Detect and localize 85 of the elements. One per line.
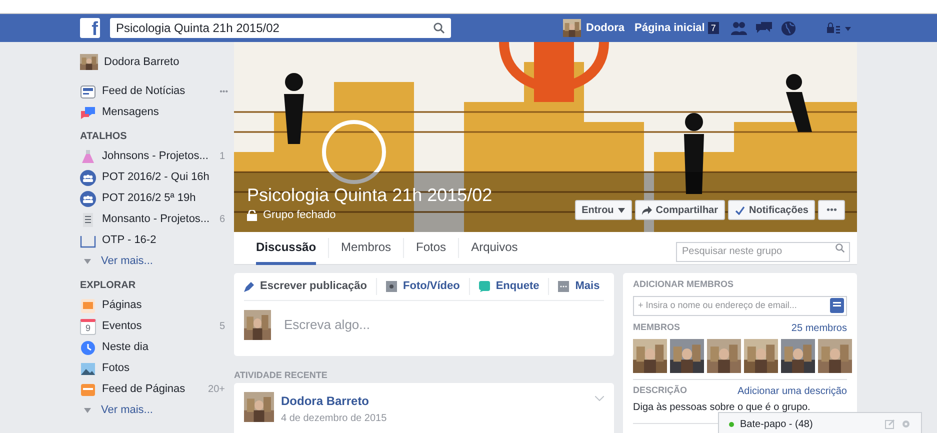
- sidebar-item[interactable]: Mensagens: [102, 104, 230, 121]
- search-icon: [433, 22, 445, 34]
- item-count: 5: [219, 320, 226, 334]
- search-field[interactable]: Psicologia Quinta 21h 2015/02: [110, 18, 451, 38]
- author-link[interactable]: Dodora Barreto: [281, 392, 588, 410]
- post-input[interactable]: Escreva algo...: [284, 315, 604, 335]
- tab[interactable]: Fotos: [416, 232, 446, 264]
- chat-label: Bate-papo - (48): [740, 418, 814, 432]
- sidebar-item[interactable]: Johnsons - Projetos...: [102, 148, 214, 165]
- tab[interactable]: Membros: [341, 232, 392, 264]
- camera-icon: [386, 281, 398, 292]
- tab[interactable]: Discussão: [256, 232, 316, 264]
- item-count: 6: [219, 213, 226, 227]
- notification-count: 7: [708, 22, 719, 34]
- section-heading: ADICIONAR MEMBROS: [633, 278, 734, 291]
- description-text: Diga às pessoas sobre o que é o grupo.: [633, 400, 812, 414]
- chat-bar[interactable]: Bate-papo - (48): [718, 412, 922, 433]
- caret-icon: [84, 408, 91, 413]
- section-heading: EXPLORAR: [80, 279, 137, 292]
- calendar-icon: 9: [80, 318, 96, 334]
- privacy-label: Grupo fechado: [263, 208, 336, 223]
- sidebar-item[interactable]: Monsanto - Projetos...: [102, 211, 214, 228]
- composer-tab[interactable]: Enquete: [496, 278, 540, 295]
- item-count: 1: [219, 150, 226, 164]
- see-more-link[interactable]: Ver mais...: [101, 253, 153, 270]
- section-heading: ATIVIDADE RECENTE: [234, 369, 328, 382]
- input-field[interactable]: + Insira o nome ou endereço de email...: [633, 296, 847, 316]
- action-button[interactable]: Notificações: [728, 200, 816, 220]
- search-icon: [835, 243, 845, 253]
- search-field[interactable]: Pesquisar neste grupo: [676, 242, 850, 262]
- messages-icon[interactable]: [756, 21, 772, 35]
- section-heading: DESCRIÇÃO: [633, 384, 688, 397]
- lock-icon: [247, 210, 257, 221]
- page-feed-icon: [80, 382, 96, 398]
- compose-icon[interactable]: [885, 419, 895, 429]
- caret-icon: [618, 208, 625, 212]
- sidebar-item[interactable]: Feed de Notícias: [102, 83, 214, 100]
- more-icon: [558, 281, 570, 292]
- section-heading: MEMBROS: [633, 320, 680, 334]
- sidebar-item[interactable]: Páginas: [102, 297, 230, 314]
- logo[interactable]: f: [80, 18, 100, 38]
- privacy-menu-icon[interactable]: [826, 22, 852, 34]
- sidebar-item[interactable]: Neste dia: [102, 339, 230, 356]
- group-title: Psicologia Quinta 21h 2015/02: [247, 184, 492, 207]
- home-link[interactable]: Página inicial: [634, 20, 705, 36]
- group-icon: [80, 190, 96, 206]
- history-icon: [80, 340, 96, 356]
- caret-icon: [84, 259, 91, 264]
- chat-bubbles-icon: [80, 104, 96, 120]
- profile-link[interactable]: Dodora: [586, 20, 624, 36]
- globe-icon[interactable]: [780, 20, 796, 36]
- sidebar-item[interactable]: POT 2016/2 5ª 19h: [102, 190, 230, 207]
- sidebar-item[interactable]: Fotos: [102, 360, 230, 377]
- sidebar-item[interactable]: OTP - 16-2: [102, 232, 230, 249]
- more-button[interactable]: •••: [818, 200, 845, 220]
- sidebar-item[interactable]: Eventos: [102, 318, 214, 335]
- tab[interactable]: Arquivos: [471, 232, 518, 264]
- sidebar-item[interactable]: POT 2016/2 - Qui 16h: [102, 169, 230, 186]
- see-more-link[interactable]: Ver mais...: [101, 402, 153, 419]
- composer-tab[interactable]: Mais: [575, 278, 600, 295]
- document-icon: [80, 212, 96, 228]
- flag-icon: [80, 298, 96, 314]
- pencil-icon: [244, 282, 254, 292]
- share-arrow-icon: [642, 206, 652, 214]
- add-description-link[interactable]: Adicionar uma descrição: [738, 384, 847, 398]
- settings-icon[interactable]: [901, 419, 911, 429]
- profile-link[interactable]: Dodora Barreto: [104, 54, 180, 70]
- members-link[interactable]: 25 membros: [791, 320, 847, 336]
- action-button[interactable]: Compartilhar: [634, 200, 726, 220]
- section-heading: ATALHOS: [80, 130, 128, 143]
- post-date: 4 de dezembro de 2015: [281, 412, 388, 426]
- composer-tab[interactable]: Escrever publicação: [260, 278, 368, 295]
- check-icon: [735, 206, 746, 214]
- news-feed-icon: [80, 84, 96, 100]
- flask-icon: [80, 148, 96, 164]
- item-count: 20+: [208, 383, 226, 397]
- poll-icon: [478, 281, 490, 292]
- action-button[interactable]: Entrou: [574, 200, 632, 220]
- group-icon: [80, 170, 96, 186]
- composer-tab[interactable]: Foto/Vídeo: [403, 278, 460, 295]
- chevron-icon[interactable]: [595, 396, 604, 401]
- sidebar-item[interactable]: Feed de Páginas: [102, 381, 202, 398]
- contacts-icon[interactable]: [830, 298, 844, 313]
- friends-icon[interactable]: [730, 21, 747, 35]
- photos-icon: [80, 360, 96, 376]
